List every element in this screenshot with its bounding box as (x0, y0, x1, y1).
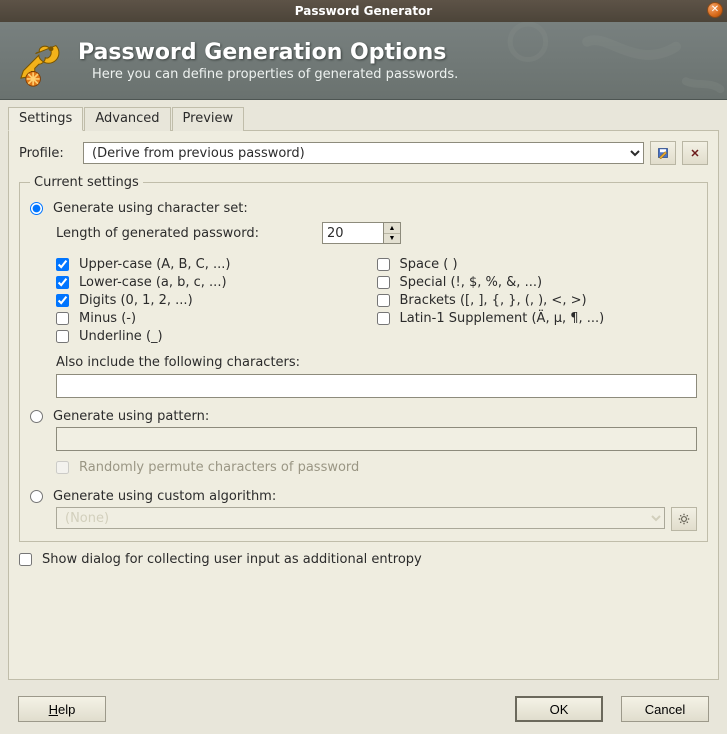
check-minus-label: Minus (-) (79, 311, 136, 326)
password-key-icon (12, 35, 64, 87)
tab-preview[interactable]: Preview (172, 107, 245, 131)
tabpanel-settings: Profile: (Derive from previous password) (8, 131, 719, 680)
titlebar: Password Generator ✕ (0, 0, 727, 22)
profile-label: Profile: (19, 146, 77, 161)
length-label: Length of generated password: (56, 226, 316, 241)
mode-pattern-radio[interactable] (30, 410, 43, 423)
check-brackets-label: Brackets ([, ], {, }, (, ), <, >) (400, 293, 587, 308)
check-latin1-label: Latin-1 Supplement (Ä, µ, ¶, ...) (400, 311, 605, 326)
mode-custom-radio[interactable] (30, 490, 43, 503)
check-lower[interactable] (56, 276, 69, 289)
mode-custom-row: Generate using custom algorithm: (30, 489, 697, 504)
pattern-input (56, 427, 697, 451)
length-input[interactable] (323, 223, 383, 243)
check-special[interactable] (377, 276, 390, 289)
dialog-footer: Help OK Cancel (8, 680, 719, 724)
check-brackets[interactable] (377, 294, 390, 307)
profile-save-button[interactable] (650, 141, 676, 165)
check-upper[interactable] (56, 258, 69, 271)
check-minus[interactable] (56, 312, 69, 325)
pattern-options: Randomly permute characters of password (56, 427, 697, 475)
tabs: Settings Advanced Preview (8, 106, 719, 131)
tab-settings[interactable]: Settings (8, 107, 83, 131)
check-underline-label: Underline (_) (79, 329, 163, 344)
current-settings-fieldset: Current settings Generate using characte… (19, 175, 708, 542)
banner-decoration (467, 22, 727, 99)
also-include-input[interactable] (56, 374, 697, 398)
window-title: Password Generator (295, 4, 432, 18)
entropy-row: Show dialog for collecting user input as… (19, 552, 708, 567)
check-lower-label: Lower-case (a, b, c, ...) (79, 275, 227, 290)
check-special-label: Special (!, $, %, &, ...) (400, 275, 543, 290)
profile-row: Profile: (Derive from previous password) (19, 141, 708, 165)
profile-select[interactable]: (Derive from previous password) (83, 142, 644, 164)
custom-algo-row: (None) (56, 507, 697, 531)
check-digits-label: Digits (0, 1, 2, ...) (79, 293, 193, 308)
mode-pattern-row: Generate using pattern: (30, 409, 697, 424)
mode-charset-label: Generate using character set: (53, 201, 248, 216)
check-underline[interactable] (56, 330, 69, 343)
custom-algo-select: (None) (56, 507, 665, 529)
save-icon (657, 146, 669, 160)
delete-icon (689, 146, 701, 160)
entropy-label: Show dialog for collecting user input as… (42, 552, 422, 567)
mode-charset-row: Generate using character set: (30, 201, 697, 216)
page-title: Password Generation Options (78, 40, 458, 65)
length-up-button[interactable]: ▲ (384, 223, 400, 233)
custom-algo-settings-button[interactable] (671, 507, 697, 531)
profile-delete-button[interactable] (682, 141, 708, 165)
check-upper-label: Upper-case (A, B, C, ...) (79, 257, 230, 272)
mode-pattern-label: Generate using pattern: (53, 409, 209, 424)
page-subtitle: Here you can define properties of genera… (92, 67, 458, 82)
cancel-button[interactable]: Cancel (621, 696, 709, 722)
length-spinner[interactable]: ▲ ▼ (322, 222, 401, 244)
window-close-button[interactable]: ✕ (707, 2, 723, 18)
gear-icon (678, 512, 690, 526)
check-space-label: Space ( ) (400, 257, 458, 272)
charset-options: Length of generated password: ▲ ▼ Upper-… (56, 222, 697, 398)
ok-button[interactable]: OK (515, 696, 603, 722)
tab-advanced[interactable]: Advanced (84, 107, 170, 131)
check-space[interactable] (377, 258, 390, 271)
check-digits[interactable] (56, 294, 69, 307)
current-settings-legend: Current settings (30, 175, 143, 190)
also-include-label: Also include the following characters: (56, 355, 697, 370)
help-button[interactable]: Help (18, 696, 106, 722)
entropy-checkbox[interactable] (19, 553, 32, 566)
permute-checkbox (56, 461, 69, 474)
permute-label: Randomly permute characters of password (79, 460, 359, 475)
header-banner: Password Generation Options Here you can… (0, 22, 727, 100)
mode-charset-radio[interactable] (30, 202, 43, 215)
length-down-button[interactable]: ▼ (384, 233, 400, 243)
check-latin1[interactable] (377, 312, 390, 325)
help-button-rest: elp (58, 702, 75, 717)
mode-custom-label: Generate using custom algorithm: (53, 489, 276, 504)
